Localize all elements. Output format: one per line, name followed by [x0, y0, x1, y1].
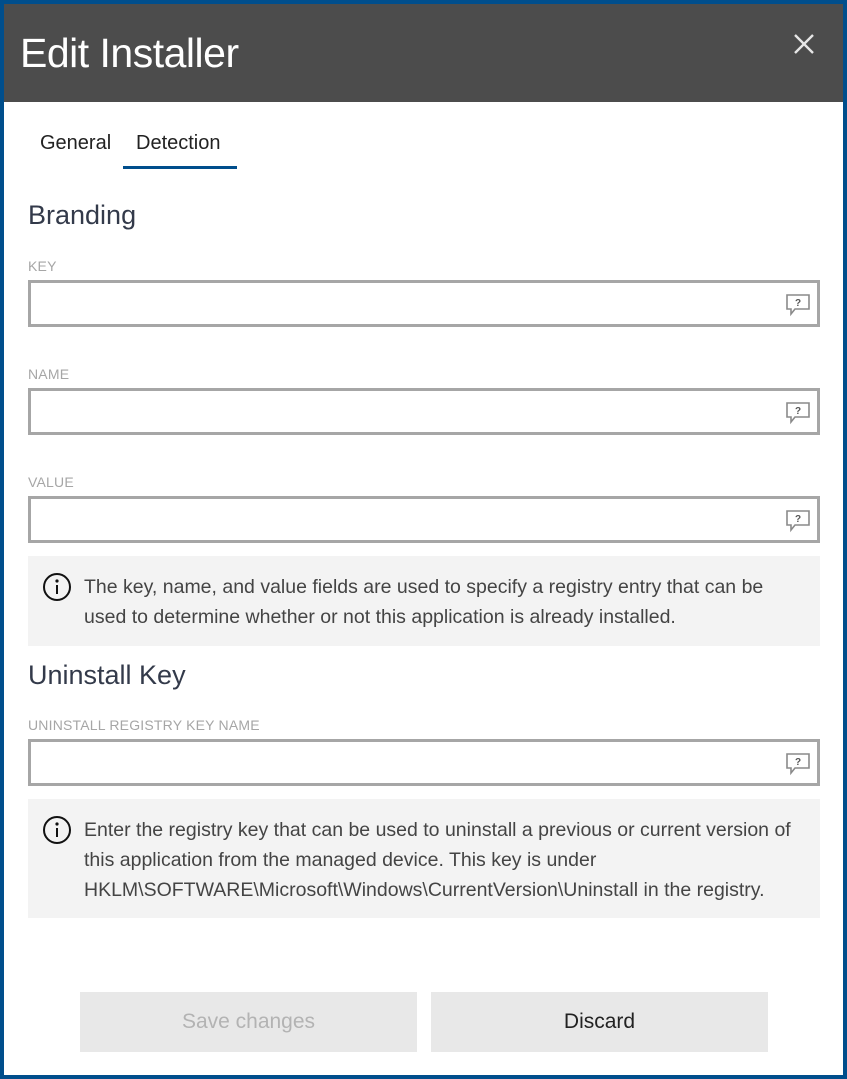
value-label: VALUE [28, 474, 74, 490]
svg-text:?: ? [795, 757, 801, 768]
dialog-title: Edit Installer [20, 30, 239, 76]
value-help-button[interactable]: ? [785, 509, 811, 533]
info-icon [42, 572, 72, 602]
tab-general[interactable]: General [40, 132, 111, 165]
tab-bar: General Detection [4, 124, 843, 172]
svg-text:?: ? [795, 298, 801, 309]
value-field: ? [28, 496, 820, 543]
uninstall-key-field: ? [28, 739, 820, 786]
svg-text:?: ? [795, 406, 801, 417]
help-tooltip-icon: ? [786, 753, 810, 776]
dialog-header: Edit Installer [4, 4, 843, 102]
svg-text:?: ? [795, 514, 801, 525]
key-field: ? [28, 280, 820, 327]
uninstall-key-label: UNINSTALL REGISTRY KEY NAME [28, 717, 260, 733]
save-changes-button[interactable]: Save changes [80, 992, 417, 1052]
key-help-button[interactable]: ? [785, 293, 811, 317]
tab-detection[interactable]: Detection [136, 132, 221, 165]
name-label: NAME [28, 366, 70, 382]
key-label: KEY [28, 258, 57, 274]
uninstall-info-text: Enter the registry key that can be used … [84, 819, 791, 901]
close-icon [794, 34, 814, 54]
branding-info-box: The key, name, and value fields are used… [28, 556, 820, 646]
info-icon [42, 815, 72, 845]
discard-button[interactable]: Discard [431, 992, 768, 1052]
name-help-button[interactable]: ? [785, 401, 811, 425]
branding-info-text: The key, name, and value fields are used… [84, 576, 764, 628]
name-field: ? [28, 388, 820, 435]
branding-section-title: Branding [28, 200, 137, 230]
active-tab-indicator [123, 166, 237, 169]
edit-installer-dialog: Edit Installer General Detection Brandin… [4, 4, 843, 1075]
help-tooltip-icon: ? [786, 294, 810, 317]
help-tooltip-icon: ? [786, 402, 810, 425]
close-button[interactable] [790, 30, 818, 58]
uninstall-section-title: Uninstall Key [28, 660, 186, 690]
name-input[interactable] [37, 391, 777, 432]
help-tooltip-icon: ? [786, 510, 810, 533]
key-input[interactable] [37, 283, 777, 324]
uninstall-info-box: Enter the registry key that can be used … [28, 799, 820, 918]
uninstall-key-input[interactable] [37, 742, 777, 783]
uninstall-key-help-button[interactable]: ? [785, 752, 811, 776]
value-input[interactable] [37, 499, 777, 540]
